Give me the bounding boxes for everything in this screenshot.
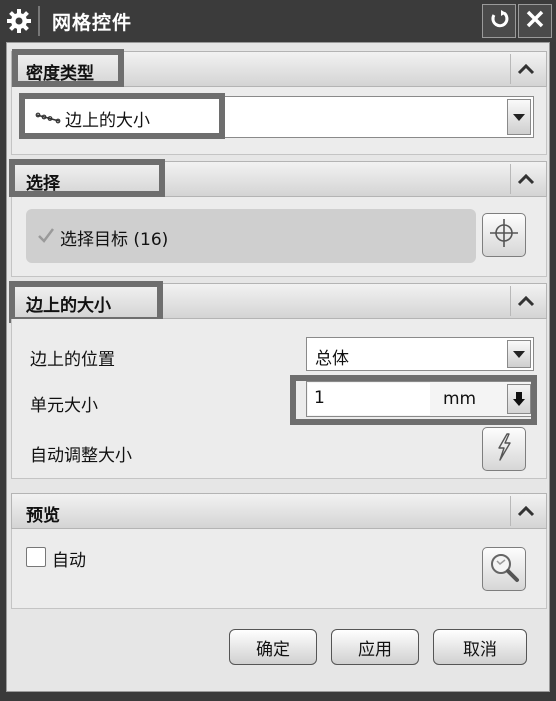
preview-body: 自动	[11, 529, 547, 609]
auto-checkbox[interactable]	[26, 547, 46, 567]
select-header-highlight	[9, 159, 165, 197]
auto-adjust-button[interactable]	[482, 427, 526, 471]
preview-header[interactable]: 预览	[11, 493, 547, 529]
edge-position-label: 边上的位置	[30, 350, 115, 370]
chevron-up-icon[interactable]	[510, 54, 540, 84]
close-button[interactable]	[518, 4, 552, 38]
chevron-down-icon[interactable]	[507, 340, 531, 368]
select-target-row[interactable]: 选择目标 (16)	[26, 209, 476, 263]
close-icon	[525, 9, 545, 34]
preview-button[interactable]	[482, 547, 526, 591]
apply-button[interactable]: 应用	[331, 629, 419, 665]
cancel-button[interactable]: 取消	[433, 629, 527, 665]
magnifier-icon	[488, 551, 520, 588]
chevron-up-icon[interactable]	[510, 496, 540, 526]
select-target-label: 选择目标 (16)	[60, 230, 169, 250]
gear-icon[interactable]	[4, 6, 34, 36]
chevron-up-icon[interactable]	[510, 164, 540, 194]
preview-title: 预览	[26, 506, 60, 526]
edge-position-dropdown[interactable]: 总体	[306, 337, 534, 371]
crosshair-icon	[488, 217, 520, 254]
reset-button[interactable]	[482, 4, 516, 38]
title-separator	[38, 6, 40, 36]
density-value-highlight	[19, 93, 225, 139]
dialog-title: 网格控件	[52, 12, 133, 34]
edge-size-header-highlight	[9, 281, 163, 323]
density-type-highlight	[12, 49, 124, 87]
auto-adjust-label: 自动调整大小	[30, 446, 132, 466]
ok-button[interactable]: 确定	[229, 629, 317, 665]
checkmark-icon	[36, 225, 56, 250]
select-body: 选择目标 (16)	[11, 197, 547, 277]
auto-label: 自动	[52, 551, 86, 571]
dialog-body: 密度类型 边上的大小 选择 选择目标 (16) 边上的大小 边上的位置 总体 单…	[6, 42, 550, 692]
lightning-icon	[492, 432, 516, 467]
crosshair-button[interactable]	[482, 213, 526, 257]
element-size-label: 单元大小	[30, 396, 98, 416]
chevron-up-icon[interactable]	[510, 286, 540, 316]
reset-icon	[488, 8, 510, 35]
title-bar: 网格控件	[0, 0, 556, 42]
element-size-highlight	[290, 375, 537, 425]
edge-position-value: 总体	[315, 349, 349, 369]
mesh-control-dialog: 网格控件 密度类型 边上的大小 选择 选择目标 (16) 边上的大小 边上的位置…	[0, 0, 556, 701]
chevron-down-icon[interactable]	[507, 99, 531, 135]
